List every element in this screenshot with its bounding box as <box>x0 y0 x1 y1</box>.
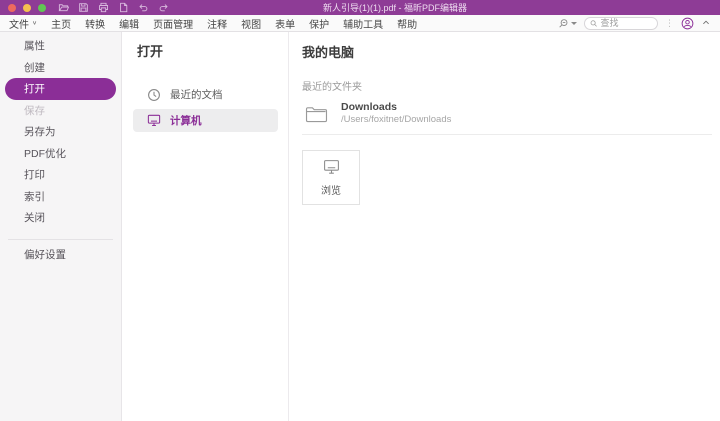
open-file-icon[interactable] <box>58 2 69 13</box>
recent-folder-row[interactable]: Downloads/Users/foxitnet/Downloads <box>302 101 712 126</box>
close-button[interactable] <box>8 4 16 12</box>
recent-folders-list: Downloads/Users/foxitnet/Downloads <box>302 101 712 126</box>
menu-bar-right: ⋮ <box>558 14 711 32</box>
my-computer-title: 我的电脑 <box>302 42 712 61</box>
open-panel-title: 打开 <box>122 41 288 60</box>
menu-label: 编辑 <box>119 16 139 31</box>
menu-bar: 文件∨ 主页转换编辑页面管理注释视图表单保护辅助工具帮助 ⋮ <box>0 15 720 32</box>
sidebar-item[interactable]: 另存为 <box>0 121 121 143</box>
sidebar-item[interactable]: 创建 <box>0 57 121 79</box>
zoom-button[interactable] <box>38 4 46 12</box>
account-icon[interactable] <box>681 17 694 30</box>
menu-items: 文件∨ 主页转换编辑页面管理注释视图表单保护辅助工具帮助 <box>9 16 417 31</box>
open-location-label: 最近的文档 <box>170 87 223 102</box>
open-panel: 打开 最近的文档计算机 <box>122 32 289 421</box>
print-icon[interactable] <box>98 2 109 13</box>
menu-label: 帮助 <box>397 16 417 31</box>
search-icon <box>590 19 597 28</box>
sidebar-item[interactable]: 打开 <box>5 78 116 100</box>
open-location-row[interactable]: 最近的文档 <box>133 83 278 106</box>
caret-down-icon <box>571 22 577 25</box>
search-box[interactable] <box>584 17 658 30</box>
menu-label: 视图 <box>241 16 261 31</box>
menu-8[interactable]: 保护 <box>309 16 329 31</box>
minimize-button[interactable] <box>23 4 31 12</box>
menu-label: 主页 <box>51 16 71 31</box>
menu-label: 转换 <box>85 16 105 31</box>
open-location-row[interactable]: 计算机 <box>133 109 278 132</box>
menu-5[interactable]: 注释 <box>207 16 227 31</box>
undo-icon[interactable] <box>138 2 149 13</box>
new-document-icon[interactable] <box>118 2 129 13</box>
menu-2[interactable]: 转换 <box>85 16 105 31</box>
sidebar-item: 保存 <box>0 100 121 122</box>
menu-3[interactable]: 编辑 <box>119 16 139 31</box>
sidebar-item[interactable]: 索引 <box>0 186 121 208</box>
folder-path: /Users/foxitnet/Downloads <box>341 114 451 126</box>
browse-label: 浏览 <box>321 182 341 197</box>
save-icon[interactable] <box>78 2 89 13</box>
find-options-icon[interactable] <box>558 18 577 29</box>
chevron-down-icon: ∨ <box>32 20 37 26</box>
menu-10[interactable]: 帮助 <box>397 16 417 31</box>
sidebar-item-preferences[interactable]: 偏好设置 <box>0 244 121 266</box>
kebab-menu-icon[interactable]: ⋮ <box>665 19 674 28</box>
panel-divider <box>302 134 712 135</box>
sidebar-list: 属性创建打开保存另存为PDF优化打印索引关闭 <box>0 35 121 229</box>
quick-access-toolbar <box>58 2 169 13</box>
menu-6[interactable]: 视图 <box>241 16 261 31</box>
sidebar-divider <box>8 239 113 240</box>
search-input[interactable] <box>600 18 652 28</box>
clock-icon <box>147 88 161 102</box>
menu-9[interactable]: 辅助工具 <box>343 16 383 31</box>
menu-7[interactable]: 表单 <box>275 16 295 31</box>
computer-icon <box>147 114 161 127</box>
folder-icon <box>305 104 328 123</box>
menu-label: 表单 <box>275 16 295 31</box>
menu-1[interactable]: 主页 <box>51 16 71 31</box>
traffic-lights <box>8 4 46 12</box>
sidebar-item[interactable]: PDF优化 <box>0 143 121 165</box>
my-computer-panel: 我的电脑 最近的文件夹 Downloads/Users/foxitnet/Dow… <box>289 32 720 421</box>
sidebar-item[interactable]: 关闭 <box>0 207 121 229</box>
menu-4[interactable]: 页面管理 <box>153 16 193 31</box>
backstage-view: 属性创建打开保存另存为PDF优化打印索引关闭 偏好设置 打开 最近的文档计算机 … <box>0 32 720 421</box>
title-bar: 新人引导(1)(1).pdf - 福昕PDF编辑器 <box>0 0 720 15</box>
open-location-label: 计算机 <box>170 113 202 128</box>
sidebar-item[interactable]: 属性 <box>0 35 121 57</box>
menu-label: 辅助工具 <box>343 16 383 31</box>
menu-label: 注释 <box>207 16 227 31</box>
sidebar-item[interactable]: 打印 <box>0 164 121 186</box>
open-locations-list: 最近的文档计算机 <box>122 83 288 132</box>
menu-label: 保护 <box>309 16 329 31</box>
folder-name: Downloads <box>341 101 451 114</box>
redo-icon[interactable] <box>158 2 169 13</box>
browse-button[interactable]: 浏览 <box>302 150 360 205</box>
collapse-toolbar-icon[interactable] <box>701 14 711 32</box>
foxit-pdf-editor-window: 新人引导(1)(1).pdf - 福昕PDF编辑器 文件∨ 主页转换编辑页面管理注… <box>0 0 720 421</box>
menu-file[interactable]: 文件∨ <box>9 16 37 31</box>
menu-label: 文件 <box>9 16 29 31</box>
menu-label: 页面管理 <box>153 16 193 31</box>
recent-folders-label: 最近的文件夹 <box>302 78 712 93</box>
file-menu-sidebar: 属性创建打开保存另存为PDF优化打印索引关闭 偏好设置 <box>0 32 122 421</box>
computer-icon <box>323 159 340 175</box>
